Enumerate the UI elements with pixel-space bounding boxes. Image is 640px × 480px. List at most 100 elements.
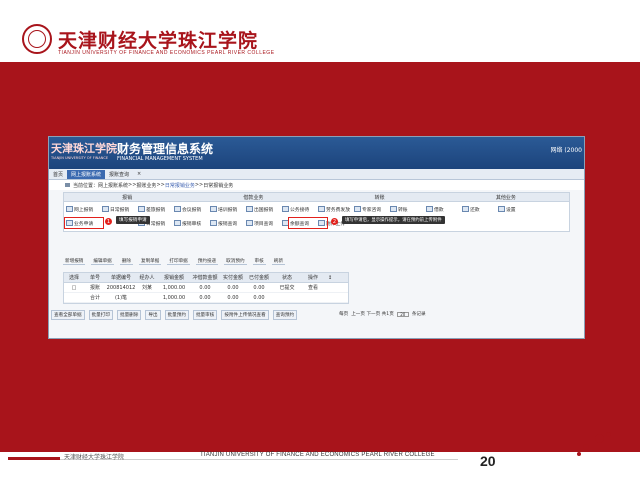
table-cell: 1,000.00 <box>162 284 186 291</box>
slide-header: 天津财经大学珠江学院 TIANJIN UNIVERSITY OF FINANCE… <box>0 0 640 62</box>
toolbar-button[interactable]: 取消预约 <box>224 258 247 265</box>
grid-column-header[interactable]: 单据编号 <box>106 274 136 281</box>
table-cell: 1,000.00 <box>162 294 186 301</box>
menu-item[interactable]: 设置 <box>498 206 534 213</box>
bottom-button[interactable]: 导出 <box>145 310 161 320</box>
footer-name-en: TIANJIN UNIVERSITY OF FINANCE AND ECONOM… <box>200 452 435 458</box>
step-badge-1: 1 <box>105 218 112 225</box>
menu-item[interactable]: 日常报销 <box>102 206 138 213</box>
breadcrumb-sep: >> <box>128 182 137 188</box>
bottom-button[interactable]: 查看全部单据 <box>51 310 85 320</box>
menu-item-icon <box>138 206 145 212</box>
highlight-attachment-upload <box>288 217 328 229</box>
grid-column-header[interactable]: 单号 <box>84 274 106 281</box>
menu-item-label: 培训报销 <box>218 207 238 213</box>
pager-nav[interactable]: 上一页 下一页 共1页 <box>351 311 394 317</box>
menu-item-label: 专家咨询 <box>362 207 382 213</box>
app-header: 天津珠江学院 TIANJIN UNIVERSITY OF FINANCE 财务管… <box>49 137 584 169</box>
toolbar-button[interactable]: 打印单据 <box>167 258 190 265</box>
table-cell: 0.00 <box>227 294 239 301</box>
app-title: 财务管理信息系统 <box>117 142 214 156</box>
bottom-button[interactable]: 批量删除 <box>116 310 142 320</box>
table-cell: 0.00 <box>253 294 265 301</box>
menu-item[interactable]: 劳务费发放 <box>318 206 354 213</box>
menu-item[interactable]: 网上报销 <box>66 206 102 213</box>
menu-item-label: 还款 <box>470 207 480 213</box>
grid-column-header[interactable]: 实付金额 <box>220 274 246 281</box>
menu-item[interactable]: 会议报销 <box>174 206 210 213</box>
university-seal-icon <box>22 24 52 54</box>
toolbar-button[interactable]: 刷新 <box>271 258 285 265</box>
breadcrumb-item[interactable]: 报账业务 <box>136 182 156 189</box>
table-row[interactable]: 合计 (1)笔 1,000.00 0.00 0.00 0.00 <box>64 293 348 303</box>
page-size-select[interactable]: 20 <box>396 311 409 317</box>
grid-column-header[interactable]: 选择 <box>64 274 84 281</box>
menu-item[interactable]: 报销查询 <box>210 220 246 227</box>
table-cell: 200814012 <box>106 284 136 291</box>
menu-item[interactable]: 专家咨询 <box>354 206 390 213</box>
grid-column-header[interactable]: 报销金额 <box>158 274 190 281</box>
breadcrumb-item[interactable]: 日常报销业务 <box>165 182 195 189</box>
pager-prefix: 每页 <box>339 312 349 317</box>
pager-suffix: 条记录 <box>411 312 426 317</box>
menu-header: 借款业务 <box>243 194 264 201</box>
toolbar-button[interactable]: 删除 <box>119 258 133 265</box>
toolbar-button[interactable]: 预约投递 <box>195 258 219 265</box>
menu-item-icon <box>210 220 217 226</box>
table-cell[interactable]: 查看 <box>302 284 324 291</box>
grid-column-header[interactable]: 冲借款金额 <box>190 274 220 281</box>
nav-home[interactable]: 首页 <box>49 170 67 179</box>
menu-item[interactable]: 差旅报销 <box>138 206 174 213</box>
toolbar-button[interactable]: 新增报销 <box>63 258 86 265</box>
table-cell: 报账 <box>89 285 100 291</box>
reimburse-grid: 选择 单号 单据编号 经办人 报销金额 冲借款金额 实付金额 已付金额 状态 操作 ↕ □ 报账 200… <box>63 272 349 304</box>
menu-header: 其他业务 <box>495 194 516 201</box>
close-tab-icon[interactable]: × <box>133 170 145 179</box>
menu-item[interactable]: 出国报销 <box>246 206 282 213</box>
menu-item-label: 报销审核 <box>182 221 202 227</box>
menu-item[interactable]: 借款 <box>426 206 462 213</box>
menu-item[interactable]: 报销审核 <box>174 220 210 227</box>
user-info[interactable]: 网络 (2000 <box>550 145 582 154</box>
breadcrumb-item[interactable]: 网上报账系统 <box>98 182 128 189</box>
bottom-button[interactable]: 批量审核 <box>192 310 218 320</box>
menu-item-icon <box>174 206 181 212</box>
menu-item-icon <box>498 206 505 212</box>
grid-column-header[interactable]: 已付金额 <box>246 274 272 281</box>
table-cell[interactable]: □ <box>64 285 84 291</box>
menu-item[interactable]: 公务接待 <box>282 206 318 213</box>
grid-column-header[interactable]: ↕ <box>324 275 336 281</box>
page-number: 20 <box>480 453 496 469</box>
table-row[interactable]: □ 报账 200814012 刘某 1,000.00 0.00 0.00 0.00 已提交 查看 <box>64 283 348 293</box>
app-logo-sub: TIANJIN UNIVERSITY OF FINANCE <box>51 156 109 160</box>
grid-column-header[interactable]: 经办人 <box>136 274 158 281</box>
table-cell: 0.00 <box>253 284 265 291</box>
menu-item[interactable]: 项目查询 <box>246 220 282 227</box>
menu-item-icon <box>246 220 253 226</box>
menu-header: 报销 <box>122 194 133 201</box>
menu-item-icon <box>426 206 433 212</box>
top-nav: 首页 网上报账系统 报账查询 × <box>49 169 584 180</box>
toolbar-button[interactable]: 复制单据 <box>138 258 162 265</box>
menu-item[interactable]: 培训报销 <box>210 206 246 213</box>
menu-item[interactable]: 转账 <box>390 206 426 213</box>
nav-online-reimburse[interactable]: 网上报账系统 <box>67 169 106 179</box>
bottom-button[interactable]: 查询预约 <box>272 310 298 320</box>
tooltip-step-2: 填写申请后，显示操作提示，请在预约前上传附件 <box>342 216 445 224</box>
toolbar-button[interactable]: 编辑单据 <box>91 258 114 265</box>
menu-item-icon <box>102 206 109 212</box>
menu-item-icon <box>210 206 217 212</box>
tooltip-step-1: 填写报销申请 <box>116 216 150 224</box>
bottom-button[interactable]: 批量预约 <box>164 310 189 320</box>
menu-item-label: 会议报销 <box>182 207 202 213</box>
bottom-button[interactable]: 按附件上传情况查看 <box>221 310 269 320</box>
nav-query[interactable]: 报账查询 <box>105 170 133 179</box>
bottom-button[interactable]: 批量打印 <box>88 310 113 320</box>
app-subtitle: FINANCIAL MANAGEMENT SYSTEM <box>117 156 203 162</box>
grid-column-header[interactable]: 状态 <box>272 274 302 281</box>
grid-column-header[interactable]: 操作 <box>302 274 324 281</box>
menu-item-label: 日常报销 <box>110 207 130 213</box>
menu-item[interactable]: 还款 <box>462 206 498 213</box>
menu-item-label: 网上报销 <box>74 207 94 213</box>
toolbar-button[interactable]: 审核 <box>252 258 266 265</box>
